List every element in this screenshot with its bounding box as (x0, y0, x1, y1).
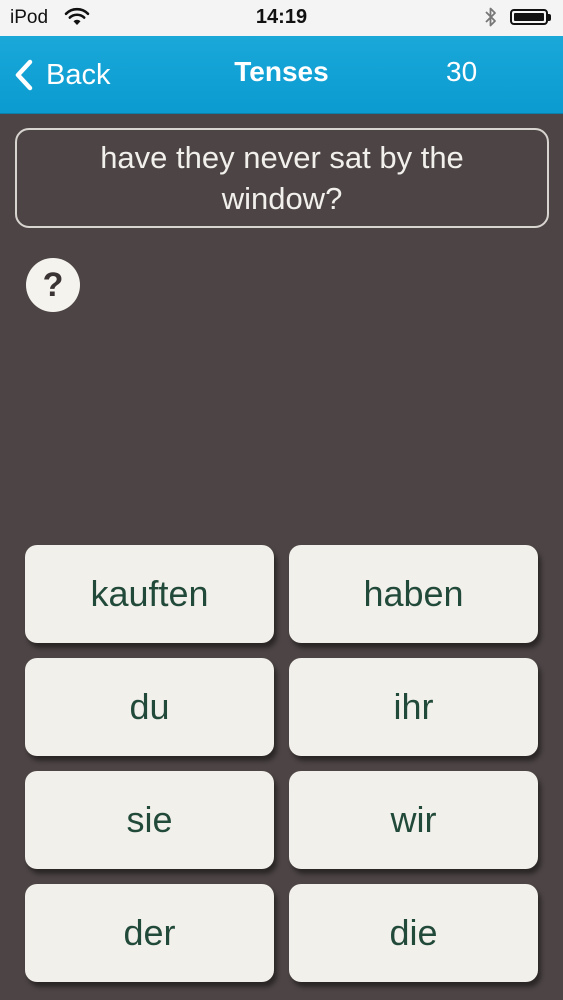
answer-button-wir[interactable]: wir (289, 771, 538, 869)
bluetooth-icon (485, 7, 496, 27)
question-counter: 30 (446, 56, 478, 87)
question-text: have they never sat by the window? (100, 140, 464, 216)
question-box: have they never sat by the window? (15, 128, 549, 228)
answer-button-ihr[interactable]: ihr (289, 658, 538, 756)
answer-button-der[interactable]: der (25, 884, 274, 982)
status-time: 14:19 (255, 6, 308, 28)
navigation-bar: Back Tenses 30 (0, 36, 563, 114)
help-icon[interactable]: ? (26, 258, 80, 312)
status-bar: iPod 14:19 (0, 0, 563, 36)
battery-tip (548, 14, 551, 21)
page-title: Tenses (234, 56, 329, 87)
answer-button-du[interactable]: du (25, 658, 274, 756)
answer-button-die[interactable]: die (289, 884, 538, 982)
answer-button-sie[interactable]: sie (25, 771, 274, 869)
battery-icon (510, 9, 548, 25)
answer-button-kauften[interactable]: kauften (25, 545, 274, 643)
answer-button-haben[interactable]: haben (289, 545, 538, 643)
